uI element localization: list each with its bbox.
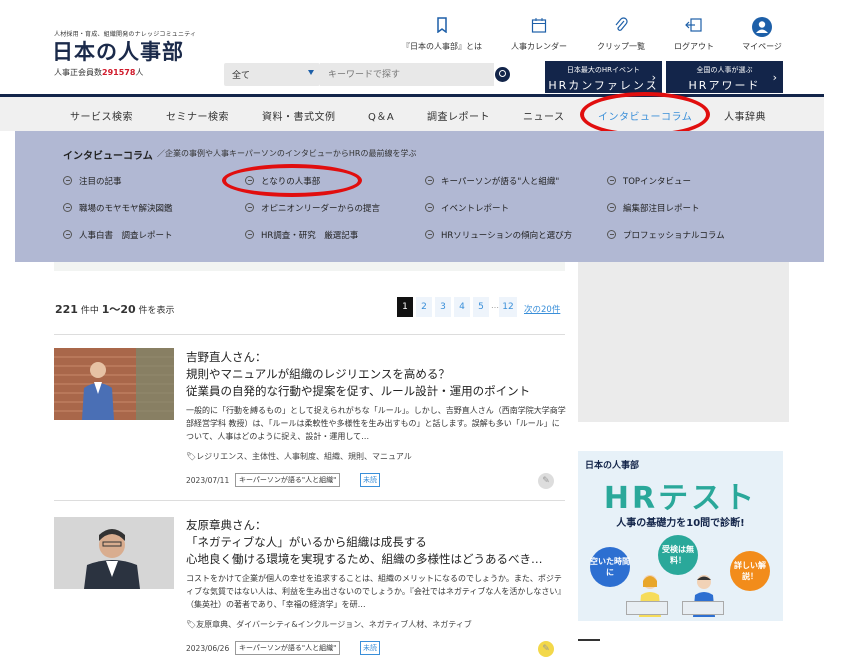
arrow-circle-icon	[63, 176, 72, 185]
menu-item-white-paper[interactable]: 人事白書 調査レポート	[63, 229, 173, 241]
nav-documents[interactable]: 資料・書式文例	[262, 108, 336, 123]
site-logo[interactable]: 日本の人事部	[52, 36, 184, 66]
site-header: 人材採用・育成、組織開発のナレッジコミュニティ 日本の人事部 人事正会員数291…	[0, 0, 842, 96]
search-category-select[interactable]: 全て	[224, 63, 320, 86]
clip-icon[interactable]: ✎	[538, 641, 554, 657]
article-excerpt: コストをかけて企業が個人の幸せを追求することは、組織のメリットになるのでしょうか…	[186, 574, 566, 609]
page-5[interactable]: 5	[473, 297, 489, 317]
menu-item-event-report[interactable]: イベントレポート	[425, 202, 509, 214]
arrow-circle-icon	[607, 176, 616, 185]
arrow-circle-icon	[63, 230, 72, 239]
nav-research[interactable]: 調査レポート	[427, 108, 490, 123]
user-icon	[738, 17, 786, 37]
chevron-right-icon: ›	[772, 71, 777, 84]
divider	[54, 334, 565, 335]
ad-bubble: 詳しい解説！	[730, 551, 770, 591]
result-count: 221 件中 1〜20 件を表示	[55, 303, 175, 316]
tag-icon: 🏷	[186, 620, 197, 629]
hr-conference-banner[interactable]: 日本最大のHRイベント HRカンファレンス ›	[545, 61, 662, 93]
nav-seminar-search[interactable]: セミナー検索	[166, 108, 229, 123]
article-subtitle[interactable]: 従業員の自発的な行動や提案を促す、ルール設計・運用のポイント	[186, 383, 530, 400]
arrow-circle-icon	[245, 230, 254, 239]
article-tags[interactable]: 🏷レジリエンス、主体性、人事制度、組織、規則、マニュアル	[186, 451, 412, 462]
arrow-circle-icon	[607, 203, 616, 212]
unread-badge: 未読	[360, 473, 380, 487]
top-link-logout[interactable]: ログアウト	[668, 17, 720, 57]
ad-bubble: 空いた時間に	[590, 547, 630, 587]
page-2[interactable]: 2	[416, 297, 432, 317]
top-link-clips[interactable]: クリップ一覧	[592, 17, 650, 57]
page-12[interactable]: 12	[499, 297, 517, 317]
unread-badge: 未読	[360, 641, 380, 655]
menu-item-hr-research[interactable]: HR調査・研究 厳選記事	[245, 229, 358, 241]
nav-news[interactable]: ニュース	[523, 108, 565, 123]
page-4[interactable]: 4	[454, 297, 470, 317]
mega-menu: インタビューコラム ／企業の事例や人事キーパーソンのインタビューからHRの最前線…	[15, 131, 824, 262]
arrow-circle-icon	[425, 176, 434, 185]
article-person[interactable]: 吉野直人さん：	[186, 349, 267, 366]
arrow-circle-icon	[245, 203, 254, 212]
article-date: 2023/07/11	[186, 476, 230, 485]
search-icon[interactable]	[495, 67, 510, 82]
nav-qa[interactable]: Q＆A	[368, 108, 394, 123]
arrow-circle-icon	[425, 203, 434, 212]
content-strip	[54, 262, 565, 271]
article-category[interactable]: キーパーソンが語る"人と組織"	[235, 473, 341, 487]
member-count: 人事正会員数291578人	[54, 68, 144, 77]
book-icon	[400, 17, 484, 35]
menu-item-moyamoya[interactable]: 職場のモヤモヤ解決図鑑	[63, 202, 173, 214]
calendar-icon	[506, 17, 572, 35]
article-title[interactable]: 「ネガティブな人」がいるから組織は成長する	[186, 534, 427, 551]
article-subtitle[interactable]: 心地良く働ける環境を実現するため、組織の多様性はどうあるべき…	[186, 551, 543, 568]
menu-item-professional[interactable]: プロフェッショナルコラム	[607, 229, 725, 241]
article-tags[interactable]: 🏷友原章典、ダイバーシティ&インクルージョン、ネガティブ人材、ネガティブ	[186, 619, 472, 630]
arrow-circle-icon	[425, 230, 434, 239]
article-title[interactable]: 規則やマニュアルが組織のレジリエンスを高める？	[186, 366, 450, 383]
menu-item-hr-solution[interactable]: HRソリューションの傾向と選び方	[425, 229, 572, 241]
hr-award-banner[interactable]: 全国の人事が選ぶ HRアワード ›	[666, 61, 783, 93]
next-page-link[interactable]: 次の20件	[524, 303, 560, 315]
divider	[54, 500, 565, 501]
ad-bubble: 受検は無料！	[658, 535, 698, 575]
logout-icon	[668, 17, 720, 35]
top-link-mypage[interactable]: マイページ	[738, 17, 786, 57]
article-thumbnail[interactable]	[54, 348, 174, 420]
ad-title: HRテスト	[603, 481, 758, 516]
page-3[interactable]: 3	[435, 297, 451, 317]
search-input[interactable]	[320, 63, 494, 86]
article-person[interactable]: 友原章典さん：	[186, 517, 267, 534]
article-thumbnail[interactable]	[54, 517, 174, 589]
menu-item-editor-report[interactable]: 編集部注目レポート	[607, 202, 700, 214]
chevron-down-icon	[308, 70, 314, 75]
laptop-icon	[682, 601, 724, 615]
highlight-circle	[222, 164, 362, 197]
pagination-ellipsis: …	[491, 301, 499, 310]
mega-menu-description: ／企業の事例や人事キーパーソンのインタビューからHRの最前線を学ぶ	[157, 149, 417, 158]
ad-brand: 日本の人事部	[585, 461, 640, 471]
divider	[578, 639, 600, 641]
sidebar-ad-placeholder	[578, 262, 789, 422]
article-date: 2023/06/26	[186, 644, 230, 653]
arrow-circle-icon	[607, 230, 616, 239]
paperclip-icon	[592, 17, 650, 35]
page-1[interactable]: 1	[397, 297, 413, 317]
ad-subtitle: 人事の基礎力を10問で診断!	[616, 518, 745, 529]
mega-menu-title: インタビューコラム	[63, 151, 153, 162]
menu-item-opinion[interactable]: オピニオンリーダーからの提言	[245, 202, 380, 214]
nav-hr-dictionary[interactable]: 人事辞典	[724, 108, 766, 123]
menu-item-top-interview[interactable]: TOPインタビュー	[607, 175, 691, 187]
top-link-about[interactable]: 『日本の人事部』とは	[400, 17, 484, 57]
chevron-right-icon: ›	[651, 71, 656, 84]
article-category[interactable]: キーパーソンが語る"人と組織"	[235, 641, 341, 655]
article-excerpt: 一般的に「行動を縛るもの」として捉えられがちな「ルール」。しかし、吉野直人さん（…	[186, 406, 566, 441]
laptop-icon	[626, 601, 668, 615]
top-link-calendar[interactable]: 人事カレンダー	[506, 17, 572, 57]
clip-icon[interactable]: ✎	[538, 473, 554, 489]
menu-item-featured[interactable]: 注目の記事	[63, 175, 122, 187]
tag-icon: 🏷	[186, 452, 197, 461]
nav-service-search[interactable]: サービス検索	[70, 108, 133, 123]
arrow-circle-icon	[63, 203, 72, 212]
menu-item-keyperson[interactable]: キーパーソンが語る"人と組織"	[425, 175, 559, 187]
hr-test-banner[interactable]: 日本の人事部 HRテスト 人事の基礎力を10問で診断! 空いた時間に 受検は無料…	[578, 451, 783, 621]
